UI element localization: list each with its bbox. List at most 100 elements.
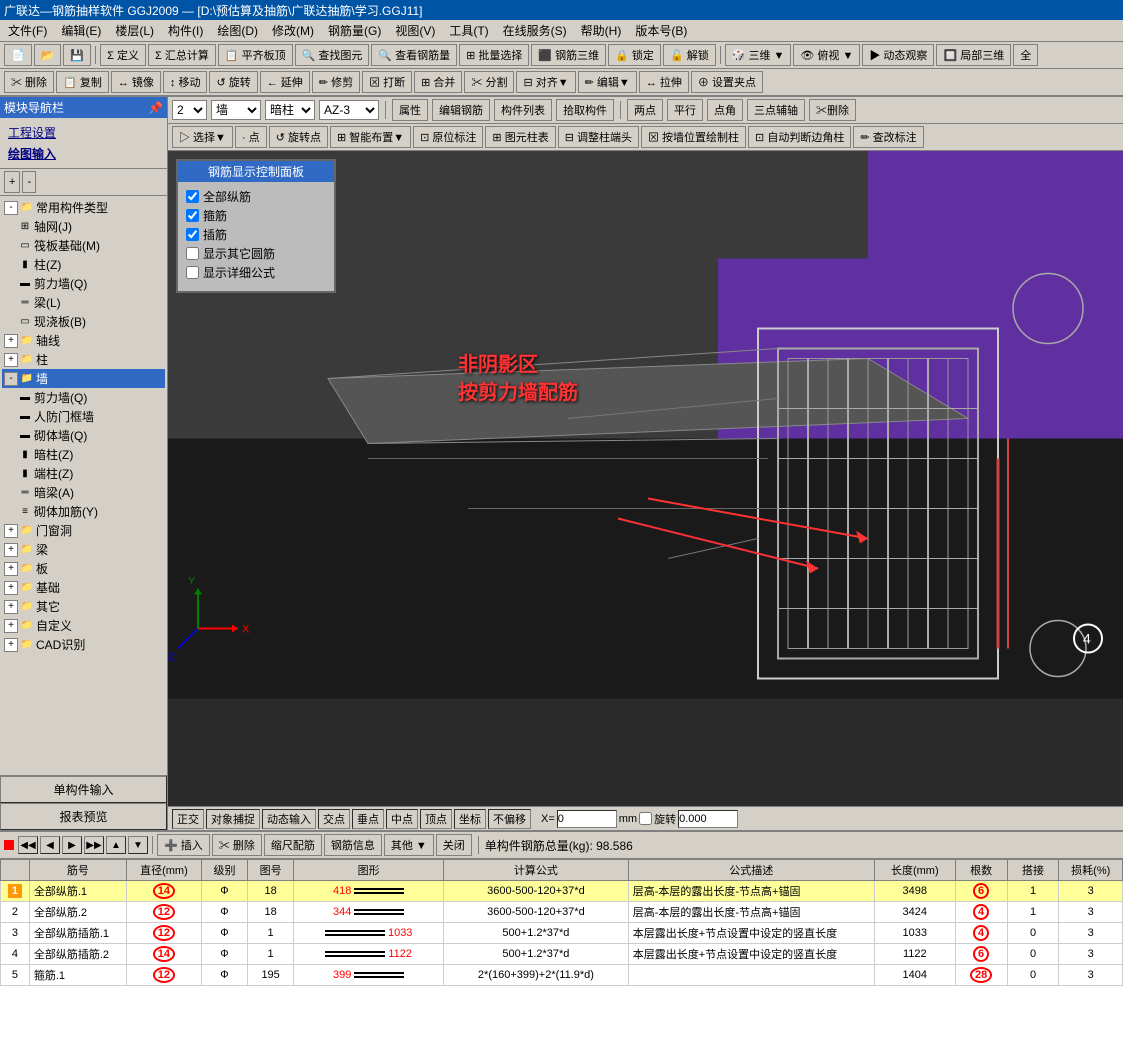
status-x-input[interactable] <box>557 810 617 828</box>
tree-shear-wall[interactable]: ▬ 剪力墙(Q) <box>16 274 165 293</box>
nav-engineering[interactable]: 工程设置 <box>4 122 163 143</box>
btn-3d-view[interactable]: 🎲 三维 ▼ <box>725 44 792 66</box>
btn-dyn-input[interactable]: 动态输入 <box>262 809 316 829</box>
tree-hidden-beam[interactable]: ═ 暗梁(A) <box>16 483 165 502</box>
cb-insert-input[interactable] <box>186 228 199 241</box>
btn-modify[interactable]: ✏ 修剪 <box>312 71 360 93</box>
menu-file[interactable]: 文件(F) <box>2 20 53 41</box>
btn-split[interactable]: ✂ 分割 <box>464 71 514 93</box>
btn-check-label[interactable]: ✏ 查改标注 <box>853 126 923 148</box>
btn-parallel[interactable]: 平行 <box>667 99 703 121</box>
type-select[interactable]: 墙 <box>211 100 261 120</box>
menu-draw[interactable]: 绘图(D) <box>211 20 264 41</box>
tree-dark-column[interactable]: ▮ 暗柱(Z) <box>16 445 165 464</box>
tree-shear-wall-sub[interactable]: ▬ 剪力墙(Q) <box>16 388 165 407</box>
subtype-select[interactable]: 暗柱 <box>265 100 315 120</box>
tree-door-window[interactable]: + 📁 门窗洞 <box>2 521 165 540</box>
tree-column[interactable]: ▮ 柱(Z) <box>16 255 165 274</box>
btn-smart-layout[interactable]: ⊞ 智能布置▼ <box>330 126 411 148</box>
table-row[interactable]: 3全部纵筋插筋.112Ф1 1033500+1.2*37*d本层露出长度+节点设… <box>1 923 1123 944</box>
expand-wall[interactable]: - <box>4 372 18 386</box>
expand-oth[interactable]: + <box>4 600 18 614</box>
table-row[interactable]: 1全部纵筋.114Ф18418 3600-500-120+37*d层高-本层的露… <box>1 881 1123 902</box>
btn-delete[interactable]: ✂ 删除 <box>4 71 54 93</box>
tree-other[interactable]: + 📁 其它 <box>2 597 165 616</box>
btn-nav-first[interactable]: ◀◀ <box>18 836 38 854</box>
btn-component-list[interactable]: 构件列表 <box>494 99 552 121</box>
tree-custom[interactable]: + 📁 自定义 <box>2 616 165 635</box>
btn-adj-col-end[interactable]: ⊟ 调整柱端头 <box>558 126 639 148</box>
btn-batch-select[interactable]: ⊞ 批量选择 <box>459 44 529 66</box>
btn-break[interactable]: ⊠ 打断 <box>362 71 412 93</box>
expand-cad[interactable]: + <box>4 638 18 652</box>
btn-coordinate[interactable]: 坐标 <box>454 809 486 829</box>
tree-wall-group[interactable]: - 📁 墙 <box>2 369 165 388</box>
cb-insert-rebar[interactable]: 插筋 <box>186 226 326 243</box>
btn-summary[interactable]: Σ 汇总计算 <box>148 44 216 66</box>
btn-fullscreen[interactable]: 全 <box>1013 44 1038 66</box>
btn-new[interactable]: 📄 <box>4 44 32 66</box>
tree-cast-slab[interactable]: ▭ 现浇板(B) <box>16 312 165 331</box>
btn-nav-last[interactable]: ▶▶ <box>84 836 104 854</box>
btn-unlock[interactable]: 🔓 解锁 <box>663 44 716 66</box>
btn-align[interactable]: ⊟ 对齐▼ <box>516 71 575 93</box>
tree-masonry-wall[interactable]: ▬ 砌体墙(Q) <box>16 426 165 445</box>
sidebar-pin-icon[interactable]: 📌 <box>148 101 163 115</box>
btn-lock[interactable]: 🔒 锁定 <box>608 44 661 66</box>
btn-open[interactable]: 📂 <box>34 44 62 66</box>
menu-edit[interactable]: 编辑(E) <box>55 20 107 41</box>
btn-intersection[interactable]: 交点 <box>318 809 350 829</box>
table-row[interactable]: 4全部纵筋插筋.214Ф1 1122500+1.2*37*d本层露出长度+节点设… <box>1 944 1123 965</box>
btn-obj-snap[interactable]: 对象捕捉 <box>206 809 260 829</box>
btn-sidebar-plus[interactable]: + <box>4 171 20 193</box>
report-preview-btn[interactable]: 报表预览 <box>0 803 167 830</box>
expand-axis[interactable]: + <box>4 334 18 348</box>
btn-mirror[interactable]: ↔ 镜像 <box>111 71 161 93</box>
btn-define[interactable]: Σ 定义 <box>100 44 146 66</box>
cb-all-longit-input[interactable] <box>186 190 199 203</box>
tree-slab-group[interactable]: + 📁 板 <box>2 559 165 578</box>
cb-other-round[interactable]: 显示其它圆筋 <box>186 245 326 262</box>
btn-edit-rebar[interactable]: 编辑钢筋 <box>432 99 490 121</box>
btn-local-3d[interactable]: 🔲 局部三维 <box>936 44 1011 66</box>
btn-merge[interactable]: ⊞ 合并 <box>414 71 462 93</box>
btn-vertex[interactable]: 顶点 <box>420 809 452 829</box>
btn-property[interactable]: 属性 <box>392 99 428 121</box>
viewport[interactable]: 钢筋显示控制面板 全部纵筋 箍筋 插筋 显示其它圆筋 <box>168 151 1123 806</box>
cb-formula-input[interactable] <box>186 266 199 279</box>
expand-cust[interactable]: + <box>4 619 18 633</box>
expand-col[interactable]: + <box>4 353 18 367</box>
btn-no-offset[interactable]: 不偏移 <box>488 809 531 829</box>
tree-axis-net[interactable]: ⊞ 轴网(J) <box>16 217 165 236</box>
btn-sidebar-minus[interactable]: - <box>22 171 36 193</box>
btn-rotation-point[interactable]: ↺ 旋转点 <box>269 126 328 148</box>
menu-floor[interactable]: 楼层(L) <box>109 20 160 41</box>
btn-delete-axis[interactable]: ✂删除 <box>809 99 856 121</box>
btn-extend[interactable]: ← 延伸 <box>260 71 310 93</box>
expand-fb[interactable]: + <box>4 543 18 557</box>
btn-check-rebar[interactable]: 🔍 查看钢筋量 <box>371 44 457 66</box>
name-select[interactable]: AZ-3 <box>319 100 379 120</box>
tree-column-group[interactable]: + 📁 柱 <box>2 350 165 369</box>
btn-save[interactable]: 💾 <box>63 44 91 66</box>
btn-nav-prev[interactable]: ◀ <box>40 836 60 854</box>
btn-move[interactable]: ↕ 移动 <box>163 71 208 93</box>
nav-drawing-input[interactable]: 绘图输入 <box>4 143 163 164</box>
btn-select[interactable]: ▷ 选择▼ <box>172 126 233 148</box>
menu-modify[interactable]: 修改(M) <box>266 20 320 41</box>
btn-copy[interactable]: 📋 复制 <box>56 71 109 93</box>
tree-axis-group[interactable]: + 📁 轴线 <box>2 331 165 350</box>
menu-tools[interactable]: 工具(T) <box>443 20 494 41</box>
btn-perspective[interactable]: 👁 俯视 ▼ <box>793 44 860 66</box>
btn-fig-col-table[interactable]: ⊞ 图元柱表 <box>485 126 555 148</box>
cb-other-input[interactable] <box>186 247 199 260</box>
tree-common-types[interactable]: - 📁 常用构件类型 <box>2 198 165 217</box>
menu-version[interactable]: 版本号(B) <box>629 20 693 41</box>
tree-cad-recog[interactable]: + 📁 CAD识别 <box>2 635 165 654</box>
menu-view[interactable]: 视图(V) <box>389 20 441 41</box>
btn-orig-label[interactable]: ⊡ 原位标注 <box>413 126 483 148</box>
btn-edit-offset[interactable]: ✏ 编辑▼ <box>578 71 637 93</box>
btn-midpoint[interactable]: 中点 <box>386 809 418 829</box>
cb-stirrup-input[interactable] <box>186 209 199 222</box>
tree-masonry-rebar[interactable]: ≡ 砌体加筋(Y) <box>16 502 165 521</box>
